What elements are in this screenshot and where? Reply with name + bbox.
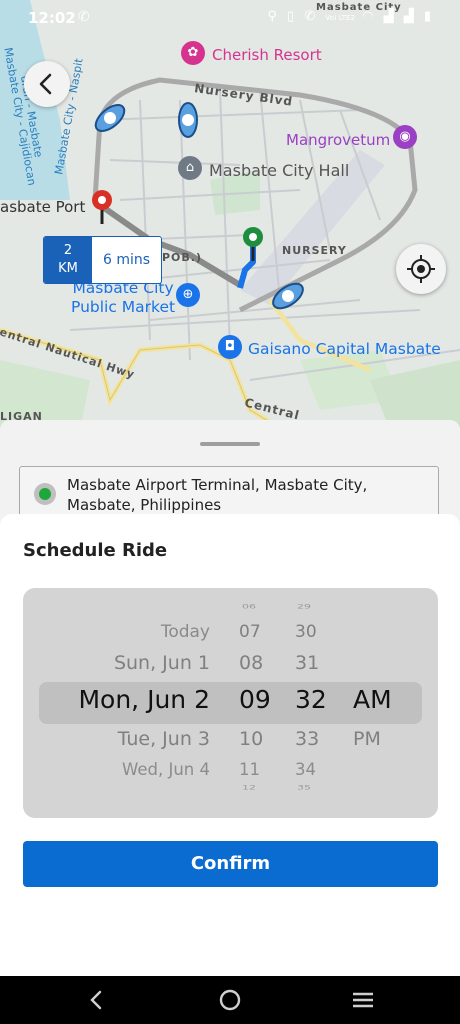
confirm-button[interactable]: Confirm bbox=[23, 841, 438, 887]
dropoff-pin-icon bbox=[92, 190, 112, 224]
picker-date-selected[interactable]: Mon, Jun 2 bbox=[78, 685, 210, 714]
picker-minute-option[interactable]: 30 bbox=[295, 622, 317, 642]
map-label-gaisano[interactable]: Gaisano Capital Masbate bbox=[248, 340, 441, 359]
modal-title: Schedule Ride bbox=[23, 540, 168, 561]
nav-back-icon bbox=[90, 990, 102, 1010]
picker-minute-option[interactable]: 31 bbox=[295, 652, 319, 674]
picker-minute-option[interactable]: 33 bbox=[295, 728, 319, 750]
picker-hour-option[interactable]: 10 bbox=[239, 728, 263, 750]
picker-date-option[interactable]: Sun, Jun 1 bbox=[114, 652, 210, 674]
nav-recents-icon bbox=[353, 992, 373, 1008]
public-market-line2: Public Market bbox=[71, 298, 176, 316]
whatsapp-icon: ✆ bbox=[78, 9, 90, 25]
distance-unit: KM bbox=[58, 261, 78, 276]
location-icon: ⚲ bbox=[267, 9, 280, 24]
pickup-dot-icon bbox=[34, 483, 56, 505]
picker-date-option[interactable]: Wed, Jun 4 bbox=[122, 760, 210, 779]
nav-recents-button[interactable] bbox=[343, 984, 383, 1016]
duration-text: 6 mins bbox=[102, 252, 151, 268]
signal-icon: ▟ bbox=[383, 9, 397, 24]
picker-minute-option[interactable]: 34 bbox=[295, 760, 316, 779]
map-label-public-market[interactable]: Masbate City Public Market bbox=[71, 279, 175, 317]
picker-hour-option[interactable]: 07 bbox=[239, 622, 261, 642]
resort-icon[interactable]: ✿ bbox=[181, 41, 205, 65]
crosshair-icon bbox=[407, 255, 435, 283]
map-label-port: asbate Port bbox=[0, 198, 86, 216]
status-bar: 12:02 ✆ ⚲ ▯ ✆ Vo) LTE2 ◠ ▟ ▟ ▮ bbox=[0, 0, 460, 36]
picker-minute-option[interactable]: 29 bbox=[297, 603, 311, 610]
screen: ✿ ◉ ⌂ ⊕ ◘ Cherish Resort Mangrovetum Mas… bbox=[0, 0, 460, 1024]
pickup-address: Masbate Airport Terminal, Masbate City, … bbox=[67, 476, 368, 514]
map-label-mangrovetum[interactable]: Mangrovetum bbox=[286, 131, 390, 149]
datetime-picker[interactable]: Today Sun, Jun 1 Mon, Jun 2 Tue, Jun 3 W… bbox=[23, 588, 438, 818]
my-location-button[interactable] bbox=[396, 244, 446, 294]
picker-hour-option[interactable]: 11 bbox=[239, 760, 260, 779]
system-nav-bar bbox=[0, 976, 460, 1024]
pickup-pin-icon bbox=[243, 227, 263, 261]
back-button[interactable] bbox=[24, 61, 70, 107]
distance-km: 2 KM bbox=[44, 237, 92, 283]
signal-icon: ▟ bbox=[403, 9, 417, 24]
wifi-call-icon: ✆ bbox=[304, 9, 319, 24]
map-view[interactable]: ✿ ◉ ⌂ ⊕ ◘ Cherish Resort Mangrovetum Mas… bbox=[0, 0, 460, 440]
status-time: 12:02 bbox=[28, 9, 76, 27]
wifi-icon: ◠ bbox=[362, 9, 377, 24]
nav-home-icon bbox=[219, 989, 241, 1011]
map-label-cherish-resort[interactable]: Cherish Resort bbox=[212, 46, 322, 64]
picker-hour-option[interactable]: 12 bbox=[242, 784, 256, 791]
picker-minute-option[interactable]: 35 bbox=[297, 784, 311, 791]
cart-icon[interactable]: ⊕ bbox=[176, 283, 200, 307]
volte-icon: Vo) LTE2 bbox=[325, 14, 355, 22]
route-info-chip: 2 KM 6 mins bbox=[43, 236, 162, 284]
picker-hour-option[interactable]: 06 bbox=[242, 603, 256, 610]
picker-minute-selected[interactable]: 32 bbox=[295, 685, 327, 714]
picker-date-option[interactable]: Today bbox=[161, 622, 210, 642]
status-icons: ⚲ ▯ ✆ Vo) LTE2 ◠ ▟ ▟ ▮ bbox=[267, 9, 434, 24]
chevron-left-icon bbox=[39, 73, 52, 95]
schedule-ride-modal: Schedule Ride Today Sun, Jun 1 Mon, Jun … bbox=[0, 514, 460, 976]
map-label-pob: POB.) bbox=[162, 251, 203, 264]
drag-handle[interactable] bbox=[200, 442, 260, 446]
nav-back-button[interactable] bbox=[76, 984, 116, 1016]
vibrate-icon: ▯ bbox=[287, 9, 298, 24]
battery-icon: ▮ bbox=[423, 9, 434, 24]
camera-icon[interactable]: ◉ bbox=[393, 125, 417, 149]
picker-ampm-option[interactable]: PM bbox=[353, 728, 381, 750]
picker-ampm-selected[interactable]: AM bbox=[353, 685, 392, 714]
nav-home-button[interactable] bbox=[210, 984, 250, 1016]
motorbike-icon bbox=[178, 102, 198, 138]
picker-hour-option[interactable]: 08 bbox=[239, 652, 263, 674]
distance-value: 2 bbox=[63, 243, 73, 258]
city-hall-icon[interactable]: ⌂ bbox=[178, 156, 202, 180]
picker-hour-selected[interactable]: 09 bbox=[239, 685, 271, 714]
map-label-nursery: NURSERY bbox=[282, 244, 347, 257]
shopping-bag-icon[interactable]: ◘ bbox=[218, 335, 242, 359]
picker-date-option[interactable]: Tue, Jun 3 bbox=[118, 728, 210, 750]
map-label-city-hall[interactable]: Masbate City Hall bbox=[209, 161, 349, 180]
